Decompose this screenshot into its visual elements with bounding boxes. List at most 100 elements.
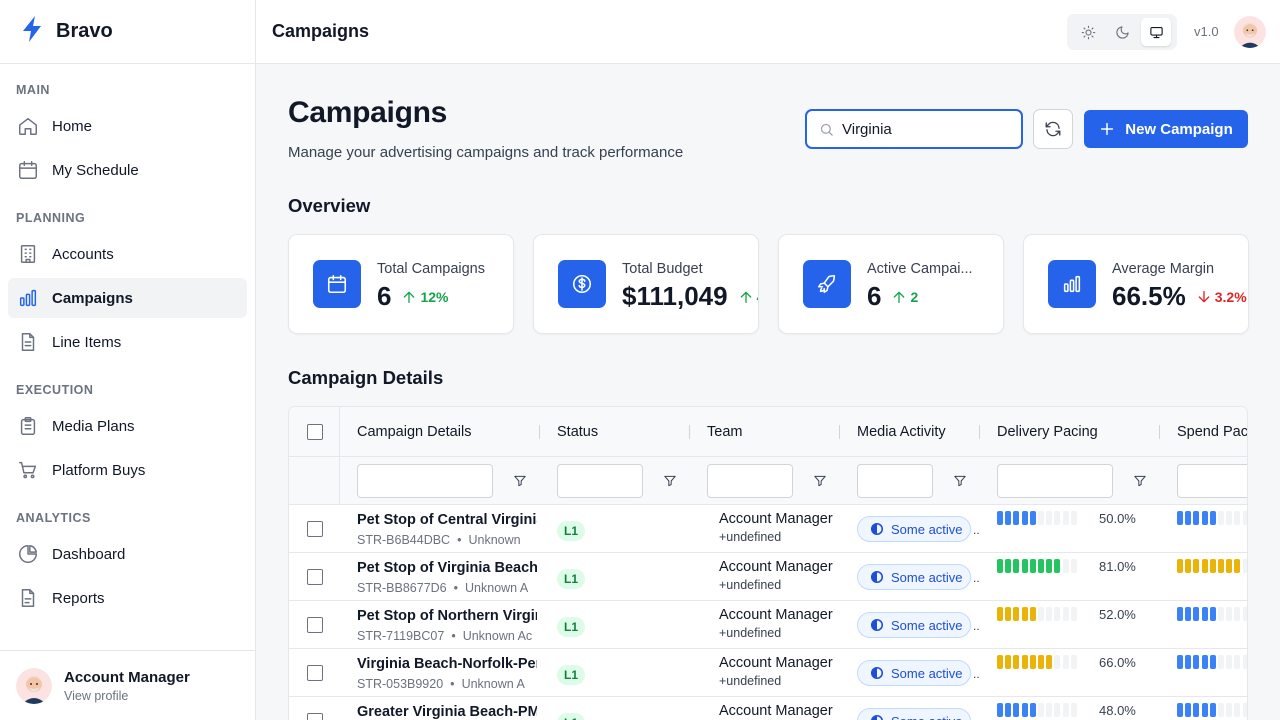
dollar-icon bbox=[572, 274, 592, 294]
filter-button[interactable] bbox=[953, 474, 967, 488]
dark-mode-button[interactable] bbox=[1107, 18, 1137, 46]
media-activity-badge[interactable]: Some active bbox=[857, 516, 971, 542]
campaign-owner: Unknown bbox=[468, 533, 521, 547]
column-divider bbox=[689, 425, 690, 439]
building-icon bbox=[20, 245, 36, 263]
column-header[interactable]: Spend Pac bbox=[1177, 407, 1247, 457]
table-row[interactable]: Pet Stop of Virginia Beach- STR-BB8677D6 •… bbox=[289, 553, 1247, 601]
brand[interactable]: Bravo bbox=[0, 0, 255, 64]
new-campaign-label: New Campaign bbox=[1125, 120, 1233, 138]
sidebar-item-accounts[interactable]: Accounts bbox=[8, 234, 247, 274]
campaign-meta: STR-7119BC07 • Unknown Ac bbox=[357, 629, 537, 643]
sidebar-item-platform-buys[interactable]: Platform Buys bbox=[8, 450, 247, 490]
filter-icon bbox=[814, 475, 826, 487]
delivery-pacing-value: 81.0% bbox=[1099, 559, 1136, 574]
campaign-id: STR-BB8677D6 bbox=[357, 581, 447, 595]
row-checkbox[interactable] bbox=[307, 569, 323, 585]
table-row[interactable]: Virginia Beach-Norfolk-Per STR-053B9920 • U… bbox=[289, 649, 1247, 697]
team-role: Account Manager bbox=[719, 559, 833, 575]
pacing-bar bbox=[1177, 655, 1247, 669]
status-badge: L1 bbox=[557, 665, 586, 685]
moon-icon bbox=[1115, 25, 1129, 39]
half-circle-icon bbox=[871, 714, 883, 720]
light-mode-button[interactable] bbox=[1073, 18, 1103, 46]
sidebar-item-line-items[interactable]: Line Items bbox=[8, 322, 247, 362]
select-all-checkbox[interactable] bbox=[307, 424, 323, 440]
sidebar-item-campaigns[interactable]: Campaigns bbox=[8, 278, 247, 318]
table-row[interactable]: Pet Stop of Central Virginia STR-B6B44DBC… bbox=[289, 505, 1247, 553]
campaign-name[interactable]: Pet Stop of Central Virginia bbox=[357, 512, 537, 528]
campaign-meta: STR-B6B44DBC • Unknown bbox=[357, 533, 537, 547]
sidebar-item-media-plans[interactable]: Media Plans bbox=[8, 406, 247, 446]
main-content: Campaigns Manage your advertising campai… bbox=[256, 64, 1280, 720]
user-avatar[interactable] bbox=[1234, 16, 1266, 48]
media-activity-badge[interactable]: Some active bbox=[857, 708, 971, 720]
campaign-name[interactable]: Pet Stop of Virginia Beach- bbox=[357, 560, 537, 576]
column-header[interactable]: Delivery Pacing bbox=[997, 407, 1098, 457]
filter-button[interactable] bbox=[1133, 474, 1147, 488]
table-row[interactable]: Pet Stop of Northern Virgin STR-7119BC07 •… bbox=[289, 601, 1247, 649]
refresh-button[interactable] bbox=[1033, 109, 1073, 149]
sidebar-item-reports[interactable]: Reports bbox=[8, 578, 247, 618]
media-activity-badge[interactable]: Some active bbox=[857, 564, 971, 590]
view-profile-link[interactable]: View profile bbox=[64, 689, 190, 703]
profile-link[interactable]: Account Manager View profile bbox=[0, 650, 255, 720]
overview-heading: Overview bbox=[288, 195, 371, 216]
column-header[interactable]: Status bbox=[557, 407, 598, 457]
campaign-name[interactable]: Pet Stop of Northern Virgin bbox=[357, 608, 537, 624]
home-icon bbox=[19, 117, 37, 135]
topbar-title: Campaigns bbox=[272, 21, 370, 41]
campaign-name[interactable]: Greater Virginia Beach-PM/ bbox=[357, 704, 537, 720]
filter-button[interactable] bbox=[513, 474, 527, 488]
team-role: Account Manager bbox=[719, 703, 833, 719]
refresh-icon bbox=[1045, 121, 1061, 137]
separator-dot: • bbox=[450, 677, 455, 691]
column-header[interactable]: Team bbox=[707, 407, 742, 457]
pacing-bar bbox=[1177, 607, 1247, 621]
media-more-indicator: .. bbox=[973, 715, 980, 720]
column-header[interactable]: Media Activity bbox=[857, 407, 946, 457]
sidebar-item-label: Accounts bbox=[52, 245, 114, 263]
row-checkbox[interactable] bbox=[307, 521, 323, 537]
sidebar-item-dashboard[interactable]: Dashboard bbox=[8, 534, 247, 574]
new-campaign-button[interactable]: New Campaign bbox=[1084, 110, 1248, 148]
row-checkbox[interactable] bbox=[307, 713, 323, 720]
column-filter-input[interactable] bbox=[357, 464, 493, 498]
row-checkbox[interactable] bbox=[307, 617, 323, 633]
row-checkbox[interactable] bbox=[307, 665, 323, 681]
column-filter-input[interactable] bbox=[557, 464, 643, 498]
campaign-name[interactable]: Virginia Beach-Norfolk-Per bbox=[357, 656, 537, 672]
arrow-up-icon bbox=[404, 291, 415, 303]
stat-value: 6 bbox=[377, 281, 392, 311]
column-filter-input[interactable] bbox=[997, 464, 1113, 498]
app-name: Bravo bbox=[56, 20, 113, 42]
search-box[interactable] bbox=[805, 109, 1023, 149]
filter-button[interactable] bbox=[663, 474, 677, 488]
table-row[interactable]: Greater Virginia Beach-PM/L1 Account Mana… bbox=[289, 697, 1247, 720]
theme-toggle bbox=[1067, 14, 1177, 50]
column-filter-input[interactable] bbox=[857, 464, 933, 498]
media-activity-badge[interactable]: Some active bbox=[857, 660, 971, 686]
filter-button[interactable] bbox=[813, 474, 827, 488]
sidebar-item-my-schedule[interactable]: My Schedule bbox=[8, 150, 247, 190]
filter-row bbox=[289, 457, 1247, 505]
sidebar-item-label: Platform Buys bbox=[52, 461, 146, 479]
separator-dot: • bbox=[451, 629, 456, 643]
separator-dot: • bbox=[457, 533, 462, 547]
media-more-indicator: .. bbox=[973, 571, 980, 585]
column-filter-input[interactable] bbox=[1177, 464, 1247, 498]
search-icon bbox=[820, 123, 833, 136]
column-filter-input[interactable] bbox=[707, 464, 793, 498]
column-header[interactable]: Campaign Details bbox=[357, 407, 471, 457]
sidebar-item-home[interactable]: Home bbox=[8, 106, 247, 146]
system-mode-button[interactable] bbox=[1141, 18, 1171, 46]
bar-chart-icon bbox=[1063, 275, 1081, 293]
bar-chart-icon bbox=[19, 289, 37, 307]
stat-trend: 2 bbox=[891, 289, 918, 305]
search-input[interactable] bbox=[842, 120, 1002, 138]
column-divider bbox=[979, 425, 980, 439]
media-activity-badge[interactable]: Some active bbox=[857, 612, 971, 638]
team-role: Account Manager bbox=[719, 655, 833, 671]
sidebar-item-label: Reports bbox=[52, 589, 105, 607]
stat-card: Total Budget $111,049 4 bbox=[533, 234, 759, 334]
